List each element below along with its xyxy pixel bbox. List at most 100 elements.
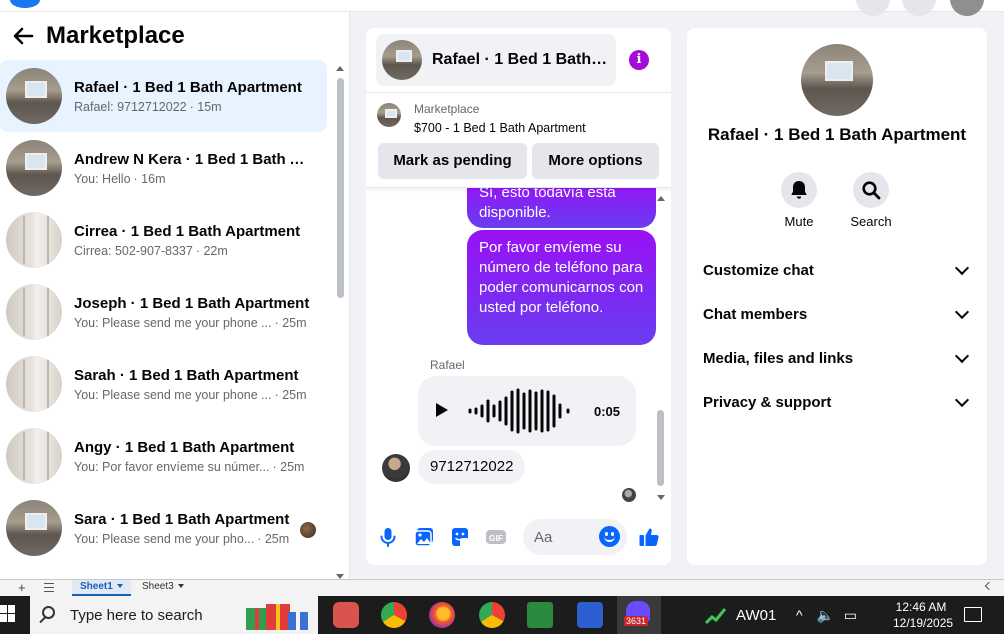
- scrollbar-thumb[interactable]: [337, 78, 344, 298]
- message-composer: GIF: [366, 515, 671, 559]
- customize-chat-section[interactable]: Customize chat: [703, 252, 973, 288]
- photo-icon[interactable]: [413, 526, 435, 548]
- mute-action[interactable]: Mute: [769, 172, 829, 229]
- conversation-name: Sara · 1 Bed 1 Bath Apartment: [74, 510, 290, 528]
- shield-icon[interactable]: [577, 602, 603, 628]
- media-files-links-section[interactable]: Media, files and links: [703, 340, 973, 376]
- mark-as-pending-button[interactable]: Mark as pending: [378, 143, 527, 179]
- page-title: Marketplace: [46, 22, 185, 49]
- listing-title[interactable]: $700 - 1 Bed 1 Bath Apartment: [414, 121, 586, 135]
- chat-title: Rafael · 1 Bed 1 Bath Apartment: [432, 51, 610, 68]
- conversation-item[interactable]: Sara · 1 Bed 1 Bath Apartment You: Please…: [0, 492, 332, 564]
- menu-icon[interactable]: [856, 0, 890, 16]
- volume-icon[interactable]: 🔈: [816, 607, 833, 623]
- conversation-name: Sarah · 1 Bed 1 Bath Apartment: [74, 366, 299, 384]
- sheet-tab-sheet3[interactable]: Sheet3: [134, 580, 192, 596]
- sheet-list-icon[interactable]: [44, 583, 54, 592]
- conversation-text: Sara · 1 Bed 1 Bath Apartment You: Please…: [74, 511, 314, 546]
- conversation-item[interactable]: Angy · 1 Bed 1 Bath Apartment You: Por fa…: [0, 420, 332, 492]
- conversation-snippet: You: Hello: [74, 171, 131, 186]
- microphone-icon[interactable]: [377, 526, 399, 548]
- sheet-tab-sheet1[interactable]: Sheet1: [72, 580, 131, 596]
- add-sheet-button[interactable]: +: [18, 580, 26, 595]
- scroll-up-arrow-icon[interactable]: [657, 196, 665, 201]
- conversation-item[interactable]: Joseph · 1 Bed 1 Bath Apartment You: Plea…: [0, 276, 332, 348]
- conversation-snippet: You: Please send me your phone ...: [74, 315, 272, 330]
- conversation-name: Cirrea · 1 Bed 1 Bath Apartment: [74, 222, 301, 240]
- spreadsheet-icon[interactable]: [527, 602, 553, 628]
- chevron-up-icon[interactable]: ^: [796, 607, 803, 623]
- conversation-preview: Cirrea: 502-907-8337 · 22m: [74, 244, 314, 258]
- chevron-down-icon: [954, 392, 970, 407]
- conversation-item[interactable]: Sarah · 1 Bed 1 Bath Apartment You: Pleas…: [0, 348, 332, 420]
- firefox-icon[interactable]: [429, 602, 455, 628]
- windows-start-icon[interactable]: [0, 605, 16, 623]
- chat-header[interactable]: Rafael · 1 Bed 1 Bath Apartment: [376, 34, 616, 86]
- conversation-preview: You: Please send me your phone ... · 25m: [74, 388, 314, 402]
- system-tray[interactable]: ^ 🔈 ▭: [796, 607, 857, 624]
- windows-taskbar: Type here to search 3631 AW01 ^ 🔈 ▭ 12:4…: [0, 596, 1004, 634]
- conversation-time: · 22m: [195, 243, 228, 258]
- search-label: Search: [850, 214, 892, 229]
- thumbs-up-icon[interactable]: [638, 526, 660, 548]
- audio-duration: 0:05: [593, 404, 620, 419]
- taskbar-search[interactable]: Type here to search: [30, 596, 318, 634]
- profile-avatar[interactable]: [801, 44, 873, 116]
- conversation-name: Rafael · 1 Bed 1 Bath Apartment: [74, 78, 302, 96]
- conversation-time: · 25m: [272, 459, 305, 474]
- conversation-snippet: Rafael: 9712712022: [74, 99, 187, 114]
- network-icon[interactable]: ▭: [844, 607, 857, 623]
- play-icon[interactable]: [436, 403, 448, 417]
- messenger-icon[interactable]: [902, 0, 936, 16]
- stock-chart-icon[interactable]: [705, 606, 729, 624]
- conversation-preview: You: Please send me your pho... · 25m: [74, 532, 314, 546]
- top-nav-strip: [0, 0, 1004, 16]
- scroll-up-arrow-icon[interactable]: [336, 66, 344, 71]
- waveform-icon[interactable]: [466, 388, 578, 434]
- listing-thumbnail: [377, 103, 401, 127]
- back-arrow-icon[interactable]: [12, 25, 34, 47]
- conversation-thumbnail: [6, 500, 62, 556]
- conversation-time: · 16m: [133, 171, 166, 186]
- privacy-support-section[interactable]: Privacy & support: [703, 384, 973, 420]
- scrollbar-thumb[interactable]: [657, 410, 664, 486]
- seen-receipt-avatar: [300, 522, 316, 538]
- conversation-thumbnail: [6, 212, 62, 268]
- system-clock[interactable]: 12:46 AM 12/19/2025: [893, 599, 953, 631]
- conversation-preview: You: Please send me your phone ... · 25m: [74, 316, 314, 330]
- notification-center-icon[interactable]: [964, 607, 982, 622]
- emoji-icon[interactable]: [599, 526, 620, 547]
- audio-message: 0:05: [418, 376, 636, 446]
- chat-members-section[interactable]: Chat members: [703, 296, 973, 332]
- conversation-item[interactable]: Andrew N Kera · 1 Bed 1 Bath Ap... You: H…: [0, 132, 332, 204]
- stock-ticker[interactable]: AW01: [736, 607, 776, 624]
- app-icon[interactable]: [333, 602, 359, 628]
- search-icon[interactable]: [853, 172, 889, 208]
- conversation-text: Angy · 1 Bed 1 Bath Apartment You: Por fa…: [74, 439, 314, 474]
- conversation-item[interactable]: Cirrea · 1 Bed 1 Bath Apartment Cirrea: 5…: [0, 204, 332, 276]
- sticker-icon[interactable]: [449, 526, 471, 548]
- chrome-icon[interactable]: [381, 602, 407, 628]
- conversation-preview: Rafael: 9712712022 · 15m: [74, 100, 314, 114]
- facebook-logo[interactable]: [10, 0, 40, 8]
- gift-boxes-icon[interactable]: [244, 600, 314, 630]
- conversation-snippet: Cirrea: 502-907-8337: [74, 243, 193, 258]
- gif-icon[interactable]: GIF: [485, 526, 507, 548]
- chat-scrollbar[interactable]: [656, 194, 666, 500]
- conversation-item[interactable]: Rafael · 1 Bed 1 Bath Apartment Rafael: 9…: [0, 60, 327, 132]
- chat-details-panel: Rafael · 1 Bed 1 Bath Apartment Mute Sea…: [687, 28, 987, 565]
- search-action[interactable]: Search: [841, 172, 901, 229]
- bell-icon[interactable]: [781, 172, 817, 208]
- chevron-down-icon: [954, 260, 970, 275]
- chrome-profile-icon[interactable]: [479, 602, 505, 628]
- more-options-button[interactable]: More options: [532, 143, 659, 179]
- account-avatar[interactable]: [950, 0, 984, 16]
- info-icon[interactable]: i: [629, 50, 649, 70]
- scroll-down-arrow-icon[interactable]: [657, 495, 665, 500]
- clock-time: 12:46 AM: [895, 600, 947, 614]
- conversation-scrollbar[interactable]: [335, 64, 345, 579]
- sender-avatar[interactable]: [382, 454, 410, 482]
- section-label: Chat members: [703, 305, 808, 323]
- chevron-left-icon[interactable]: [984, 581, 994, 591]
- marketplace-label: Marketplace: [414, 102, 480, 116]
